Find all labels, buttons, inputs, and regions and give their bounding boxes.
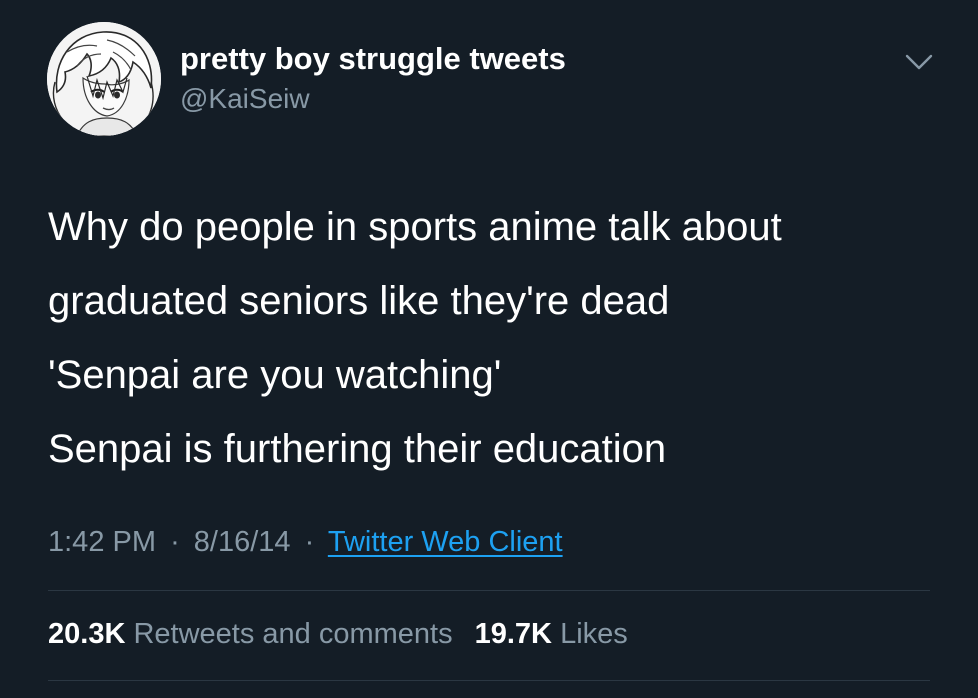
likes-stat[interactable]: 19.7K Likes [475,618,628,650]
likes-count: 19.7K [474,618,552,650]
user-handle[interactable]: @KaiSeiw [180,82,310,116]
tweet-source-link[interactable]: Twitter Web Client [328,526,563,558]
tweet-line: 'Senpai are you watching' [48,353,502,397]
tweet-date[interactable]: 8/16/14 [194,526,291,558]
chevron-down-icon[interactable] [902,50,936,74]
tweet-meta: 1:42 PM · 8/16/14 · Twitter Web Client [48,522,563,562]
tweet-text: Why do people in sports anime talk about… [48,190,948,486]
divider [48,590,930,591]
tweet-time[interactable]: 1:42 PM [48,526,156,558]
likes-label: Likes [560,618,628,650]
display-name[interactable]: pretty boy struggle tweets [180,40,566,78]
retweets-count: 20.3K [48,618,126,650]
tweet-stats: 20.3K Retweets and comments 19.7K Likes [48,614,628,654]
meta-separator: · [170,526,180,558]
retweets-stat[interactable]: 20.3K Retweets and comments [48,618,453,650]
retweets-label: Retweets and comments [133,618,453,650]
tweet-line: graduated seniors like they're dead [48,279,670,323]
tweet-line: Senpai is furthering their education [48,427,667,471]
avatar[interactable] [47,22,161,136]
meta-separator: · [304,526,315,558]
tweet-line: Why do people in sports anime talk about [48,205,782,249]
anime-character-avatar-icon [47,22,161,136]
divider [48,680,930,681]
